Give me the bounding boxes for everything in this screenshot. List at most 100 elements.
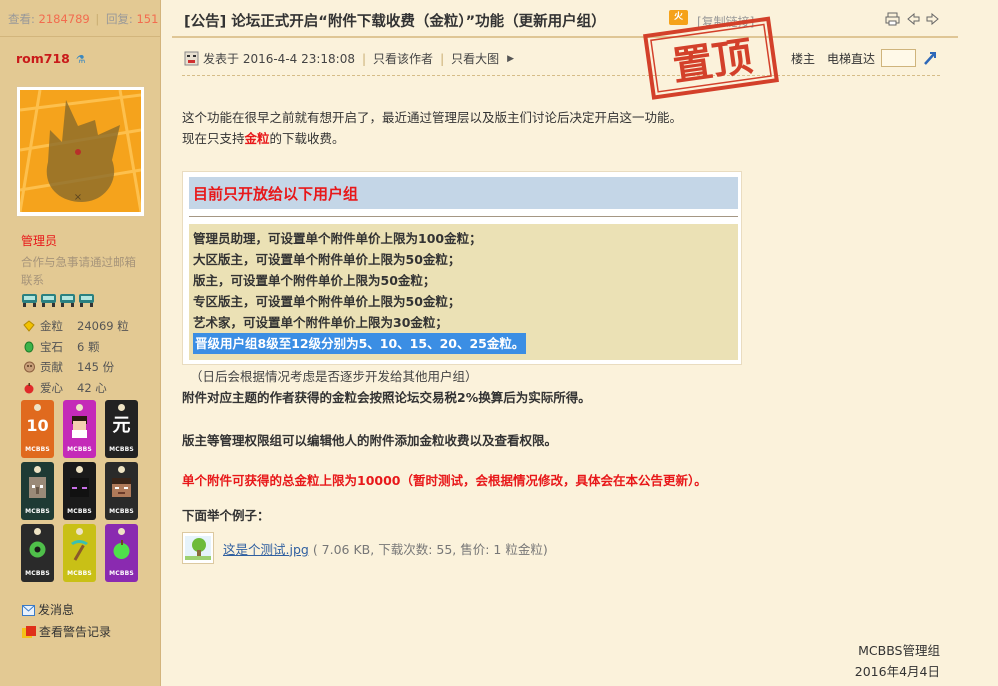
medal-face — [113, 540, 130, 559]
title-divider — [172, 36, 958, 38]
moderator-note: 版主等管理权限组可以编辑他人的附件添加金粒收费以及查看权限。 — [182, 433, 558, 448]
medal-hole — [118, 528, 125, 535]
table-divider — [189, 216, 738, 217]
medal-steve[interactable]: MCBBS — [105, 462, 138, 520]
stat-value: 24069 粒 — [77, 319, 129, 333]
stat-value: 145 份 — [77, 360, 115, 374]
svg-text:×: × — [74, 192, 82, 203]
medal-tag: MCBBS — [25, 446, 50, 453]
medal-face — [29, 477, 46, 498]
attachment-info: ( 7.06 KB, 下载次数: 55, 售价: 1 粒金粒) — [312, 541, 548, 557]
medal-face — [29, 541, 46, 558]
signature-date: 2016年4月4日 — [854, 664, 940, 679]
image-file-icon[interactable] — [182, 532, 214, 564]
stat-label: 爱心 — [40, 380, 63, 395]
medal-apple[interactable]: MCBBS — [105, 524, 138, 582]
future-note: （日后会根据情况考虑是否逐步开发给其他用户组） — [190, 369, 478, 384]
medal-tag: MCBBS — [25, 570, 50, 577]
example-heading: 下面举个例子： — [182, 508, 270, 523]
medal-character[interactable]: MCBBS — [63, 400, 96, 458]
medal-hole — [118, 466, 125, 473]
medal-hole — [76, 466, 83, 473]
replies-label: 回复: — [105, 12, 133, 26]
medal-hole — [118, 404, 125, 411]
prev-thread-icon[interactable] — [906, 12, 920, 26]
medal-hole — [34, 528, 41, 535]
warning-icon — [22, 626, 36, 638]
medal-tag: MCBBS — [109, 570, 134, 577]
user-custom-title: 合作与急事请通过邮箱联系 — [21, 255, 136, 287]
rank-stars — [21, 293, 95, 308]
signature-team: MCBBS管理组 — [858, 643, 940, 658]
warning-records-label: 查看警告记录 — [39, 625, 112, 639]
medal-enderman[interactable]: MCBBS — [63, 462, 96, 520]
attachment-link[interactable]: 这是个测试.jpg — [223, 539, 309, 558]
medal-anniversary[interactable]: 10 MCBBS — [21, 400, 54, 458]
rank-icon — [22, 294, 37, 307]
stat-label: 宝石 — [40, 339, 63, 354]
group-item: 大区版主，可设置单个附件单价上限为50金粒； — [193, 252, 461, 267]
post-body: 这个功能在很早之前就有想开启了，最近通过管理层以及版主们讨论后决定开启这一功能。… — [182, 107, 942, 564]
meta-divider-line — [182, 75, 940, 76]
medal-tag: MCBBS — [67, 508, 92, 515]
floor-label: 楼主 — [790, 51, 815, 66]
big-image-link[interactable]: 只看大图 — [451, 50, 499, 67]
go-arrow-icon[interactable] — [922, 50, 938, 66]
limit-note: 单个附件可获得的总金粒上限为10000（暂时测试，会根据情况修改，具体会在本公告… — [182, 473, 707, 488]
group-item: 版主，可设置单个附件单价上限为50金粒； — [193, 273, 436, 288]
meta-divider: | — [362, 51, 367, 66]
replies-count: 151 — [136, 12, 159, 26]
medal-guardian[interactable]: MCBBS — [21, 524, 54, 582]
medal-face: 元 — [112, 415, 131, 436]
views-label: 查看: — [8, 12, 35, 26]
medal-yuan[interactable]: 元 MCBBS — [105, 400, 138, 458]
stat-gem: 宝石 6 颗 — [22, 337, 129, 358]
play-arrow-icon[interactable]: ▶ — [507, 54, 514, 64]
group-item: 管理员助理，可设置单个附件单价上限为100金粒； — [193, 231, 482, 246]
medal-hole — [34, 466, 41, 473]
stats-divider: | — [95, 12, 100, 26]
only-author-link[interactable]: 只看该作者 — [373, 50, 433, 67]
author-actions: 发消息 查看警告记录 — [22, 599, 111, 643]
medal-face — [71, 540, 88, 561]
contribution-icon — [22, 360, 36, 374]
stat-heart: 爱心 42 心 — [22, 378, 129, 399]
medal-pickaxe[interactable]: MCBBS — [63, 524, 96, 582]
medal-list: 10 MCBBS MCBBS 元 MCBBS MCBBS MCBBS MCBBS — [21, 400, 141, 590]
user-stats: 金粒 24069 粒 宝石 6 颗 贡献 145 份 爱心 42 心 — [22, 316, 129, 398]
gold-coin-icon — [22, 319, 36, 333]
medal-hole — [34, 404, 41, 411]
next-thread-icon[interactable] — [926, 12, 940, 26]
author-name[interactable]: rom718 — [16, 51, 70, 66]
send-message-link[interactable]: 发消息 — [22, 599, 111, 621]
stat-label: 金粒 — [40, 319, 63, 333]
stat-contribution: 贡献 145 份 — [22, 357, 129, 378]
heart-icon — [22, 381, 36, 395]
attachment: 这是个测试.jpg ( 7.06 KB, 下载次数: 55, 售价: 1 粒金粒… — [182, 532, 942, 564]
floor-jump-input[interactable] — [881, 49, 916, 67]
intro-line-2: 现在只支持金粒的下载收费。 — [182, 128, 942, 149]
medal-tag: MCBBS — [109, 508, 134, 515]
group-item: 艺术家，可设置单个附件单价上限为30金粒； — [193, 315, 448, 330]
post-date: 发表于 2016-4-4 23:18:08 — [203, 52, 355, 66]
group-list: 管理员助理，可设置单个附件单价上限为100金粒； 大区版主，可设置单个附件单价上… — [189, 224, 738, 360]
medal-villager[interactable]: MCBBS — [21, 462, 54, 520]
group-item-selected: 晋级用户组8级至12级分别为5、10、15、20、25金粒。 — [193, 333, 527, 354]
post-body-continued: （日后会根据情况考虑是否逐步开发给其他用户组） 附件对应主题的作者获得的金粒会按… — [182, 367, 942, 564]
print-icon[interactable] — [885, 12, 900, 26]
tax-note: 附件对应主题的作者获得的金粒会按照论坛交易税2%换算后为实际所得。 — [182, 390, 591, 405]
gold-highlight: 金粒 — [244, 131, 270, 146]
rank-icon — [60, 294, 75, 307]
user-group-table: 目前只开放给以下用户组 管理员助理，可设置单个附件单价上限为100金粒； 大区版… — [182, 171, 742, 365]
elevator-label: 电梯直达 — [826, 51, 875, 66]
author-sidebar: 查看: 2184789 | 回复: 151 rom718 ⚗ × 管理员 合作与… — [0, 0, 161, 686]
send-message-label: 发消息 — [38, 603, 75, 617]
warning-records-link[interactable]: 查看警告记录 — [22, 621, 111, 643]
user-group[interactable]: 管理员 — [21, 232, 57, 249]
views-count: 2184789 — [38, 12, 90, 26]
medal-face — [72, 416, 87, 438]
thread-stats: 查看: 2184789 | 回复: 151 — [0, 0, 160, 36]
rank-icon — [41, 294, 56, 307]
group-table-title: 目前只开放给以下用户组 — [189, 177, 738, 209]
avatar[interactable]: × — [16, 86, 145, 217]
